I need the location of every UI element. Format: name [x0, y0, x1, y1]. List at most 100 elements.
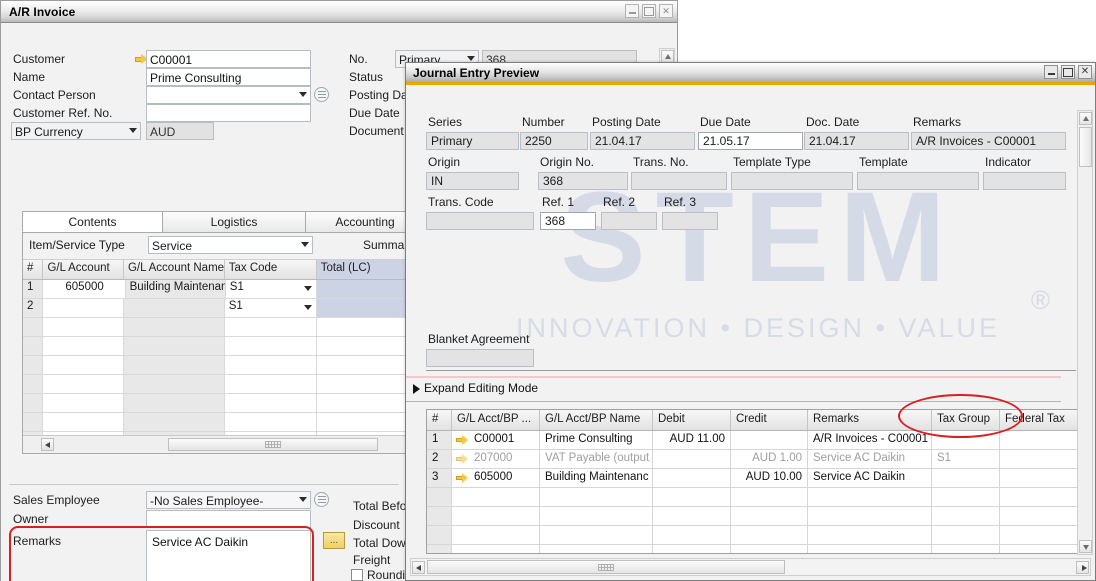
table-row[interactable]: 2 207000 VAT Payable (output AUD 1.00 Se… — [427, 450, 1080, 469]
customer-input[interactable]: C00001 — [146, 50, 311, 68]
cell-total-lc[interactable] — [317, 375, 406, 393]
table-row-empty[interactable] — [427, 526, 1080, 545]
cell-gl-account[interactable]: 605000 — [43, 280, 126, 298]
cell-tax-code[interactable]: S1 — [226, 280, 318, 298]
tab-logistics[interactable]: Logistics — [162, 211, 306, 232]
contact-person-link-icon[interactable] — [314, 87, 329, 102]
table-row-empty[interactable] — [23, 394, 406, 413]
cell-gl-account[interactable] — [43, 375, 124, 393]
total-down-payment-picker-button[interactable]: ... — [323, 532, 345, 549]
cell-credit[interactable] — [731, 431, 808, 449]
cell-tax-group[interactable] — [932, 431, 1000, 449]
cell-account[interactable]: 605000 — [452, 469, 540, 487]
bp-currency-dropdown[interactable]: BP Currency — [11, 122, 141, 140]
col-federal-tax[interactable]: Federal Tax — [1000, 410, 1078, 430]
row-link-arrow-icon[interactable] — [456, 473, 469, 483]
table-row-empty[interactable] — [23, 356, 406, 375]
table-row[interactable]: 3 605000 Building Maintenanc AUD 10.00 S… — [427, 469, 1080, 488]
cell-remarks[interactable] — [808, 507, 932, 525]
item-service-type-dropdown[interactable]: Service — [148, 236, 313, 254]
cell-total-lc[interactable] — [317, 413, 406, 431]
cell-credit[interactable]: AUD 10.00 — [731, 469, 808, 487]
cell-tax-group[interactable] — [932, 545, 1000, 553]
expand-editing-mode-toggle[interactable]: Expand Editing Mode — [413, 381, 538, 395]
cell-remarks[interactable] — [808, 545, 932, 553]
hscroll-thumb[interactable] — [427, 560, 785, 574]
scroll-thumb[interactable] — [1079, 127, 1092, 167]
cell-remarks[interactable]: A/R Invoices - C00001 — [808, 431, 932, 449]
cell-remarks[interactable] — [808, 526, 932, 544]
cell-account[interactable]: 207000 — [452, 450, 540, 468]
cell-debit[interactable] — [653, 526, 731, 544]
due-date-input[interactable]: 21.05.17 — [698, 132, 803, 150]
journal-entry-vscrollbar[interactable] — [1077, 110, 1093, 555]
col-gl-account[interactable]: G/L Account — [43, 260, 124, 279]
table-row-empty[interactable] — [427, 507, 1080, 526]
journal-entry-hscrollbar[interactable] — [410, 558, 1091, 576]
item-grid-hscroll-thumb[interactable] — [168, 438, 378, 451]
rounding-checkbox[interactable] — [351, 569, 363, 581]
cell-federal-tax[interactable] — [1000, 507, 1078, 525]
cell-account[interactable] — [452, 507, 540, 525]
item-grid-hscrollbar[interactable] — [23, 435, 406, 453]
cell-tax-group[interactable]: S1 — [932, 450, 1000, 468]
close-icon[interactable]: ✕ — [659, 4, 673, 18]
cell-gl-account[interactable] — [43, 413, 124, 431]
cell-federal-tax[interactable] — [1000, 431, 1078, 449]
scroll-right-arrow-icon[interactable] — [1076, 561, 1089, 574]
cell-account[interactable] — [452, 526, 540, 544]
cell-federal-tax[interactable] — [1000, 450, 1078, 468]
table-row[interactable]: 2 S1 — [23, 299, 406, 318]
cell-tax-code[interactable]: S1 — [225, 299, 317, 317]
col-remarks[interactable]: Remarks — [808, 410, 932, 430]
col-tax-code[interactable]: Tax Code — [225, 260, 317, 279]
maximize-icon[interactable] — [1061, 65, 1075, 79]
cell-gl-account[interactable] — [43, 337, 124, 355]
scroll-left-arrow-icon[interactable] — [412, 561, 425, 574]
col-total-lc[interactable]: Total (LC) — [316, 260, 406, 279]
name-input[interactable]: Prime Consulting — [146, 68, 311, 86]
cell-debit[interactable] — [653, 545, 731, 553]
cell-federal-tax[interactable] — [1000, 488, 1078, 506]
sales-employee-link-icon[interactable] — [314, 492, 329, 507]
col-gl-account-name[interactable]: G/L Account Name — [124, 260, 225, 279]
cell-tax-group[interactable] — [932, 469, 1000, 487]
cell-tax-code[interactable] — [225, 337, 317, 355]
maximize-icon[interactable] — [642, 4, 656, 18]
col-gl-acct-bp[interactable]: G/L Acct/BP ... — [452, 410, 540, 430]
contact-person-dropdown[interactable] — [146, 86, 311, 104]
scroll-down-arrow-icon[interactable] — [1079, 540, 1092, 553]
col-gl-acct-bp-name[interactable]: G/L Acct/BP Name — [540, 410, 653, 430]
table-row-empty[interactable] — [23, 337, 406, 356]
scroll-left-arrow-icon[interactable] — [41, 438, 54, 451]
cell-total-lc[interactable] — [317, 280, 406, 298]
minimize-icon[interactable] — [625, 4, 639, 18]
table-row-empty[interactable] — [23, 318, 406, 337]
cell-debit[interactable] — [653, 450, 731, 468]
cell-total-lc[interactable] — [317, 394, 406, 412]
cell-federal-tax[interactable] — [1000, 526, 1078, 544]
cell-tax-code[interactable] — [225, 318, 317, 336]
cell-tax-group[interactable] — [932, 507, 1000, 525]
close-icon[interactable]: ✕ — [1078, 65, 1092, 79]
table-row-empty[interactable] — [23, 375, 406, 394]
cell-credit[interactable] — [731, 526, 808, 544]
cell-credit[interactable] — [731, 545, 808, 553]
owner-input[interactable] — [146, 510, 311, 528]
cell-total-lc[interactable] — [317, 337, 406, 355]
table-row[interactable]: 1 C00001 Prime Consulting AUD 11.00 A/R … — [427, 431, 1080, 450]
table-row[interactable]: 1 605000 Building Maintenan S1 — [23, 280, 406, 299]
col-tax-group[interactable]: Tax Group — [932, 410, 1000, 430]
cell-debit[interactable] — [653, 488, 731, 506]
cell-account-name[interactable] — [540, 507, 653, 525]
minimize-icon[interactable] — [1044, 65, 1058, 79]
cell-tax-group[interactable] — [932, 488, 1000, 506]
cell-debit[interactable] — [653, 469, 731, 487]
cell-tax-code[interactable] — [225, 356, 317, 374]
cell-remarks[interactable]: Service AC Daikin — [808, 450, 932, 468]
cell-federal-tax[interactable] — [1000, 469, 1078, 487]
customer-ref-no-input[interactable] — [146, 104, 311, 122]
cell-credit[interactable] — [731, 507, 808, 525]
cell-credit[interactable]: AUD 1.00 — [731, 450, 808, 468]
table-row-empty[interactable] — [427, 545, 1080, 553]
